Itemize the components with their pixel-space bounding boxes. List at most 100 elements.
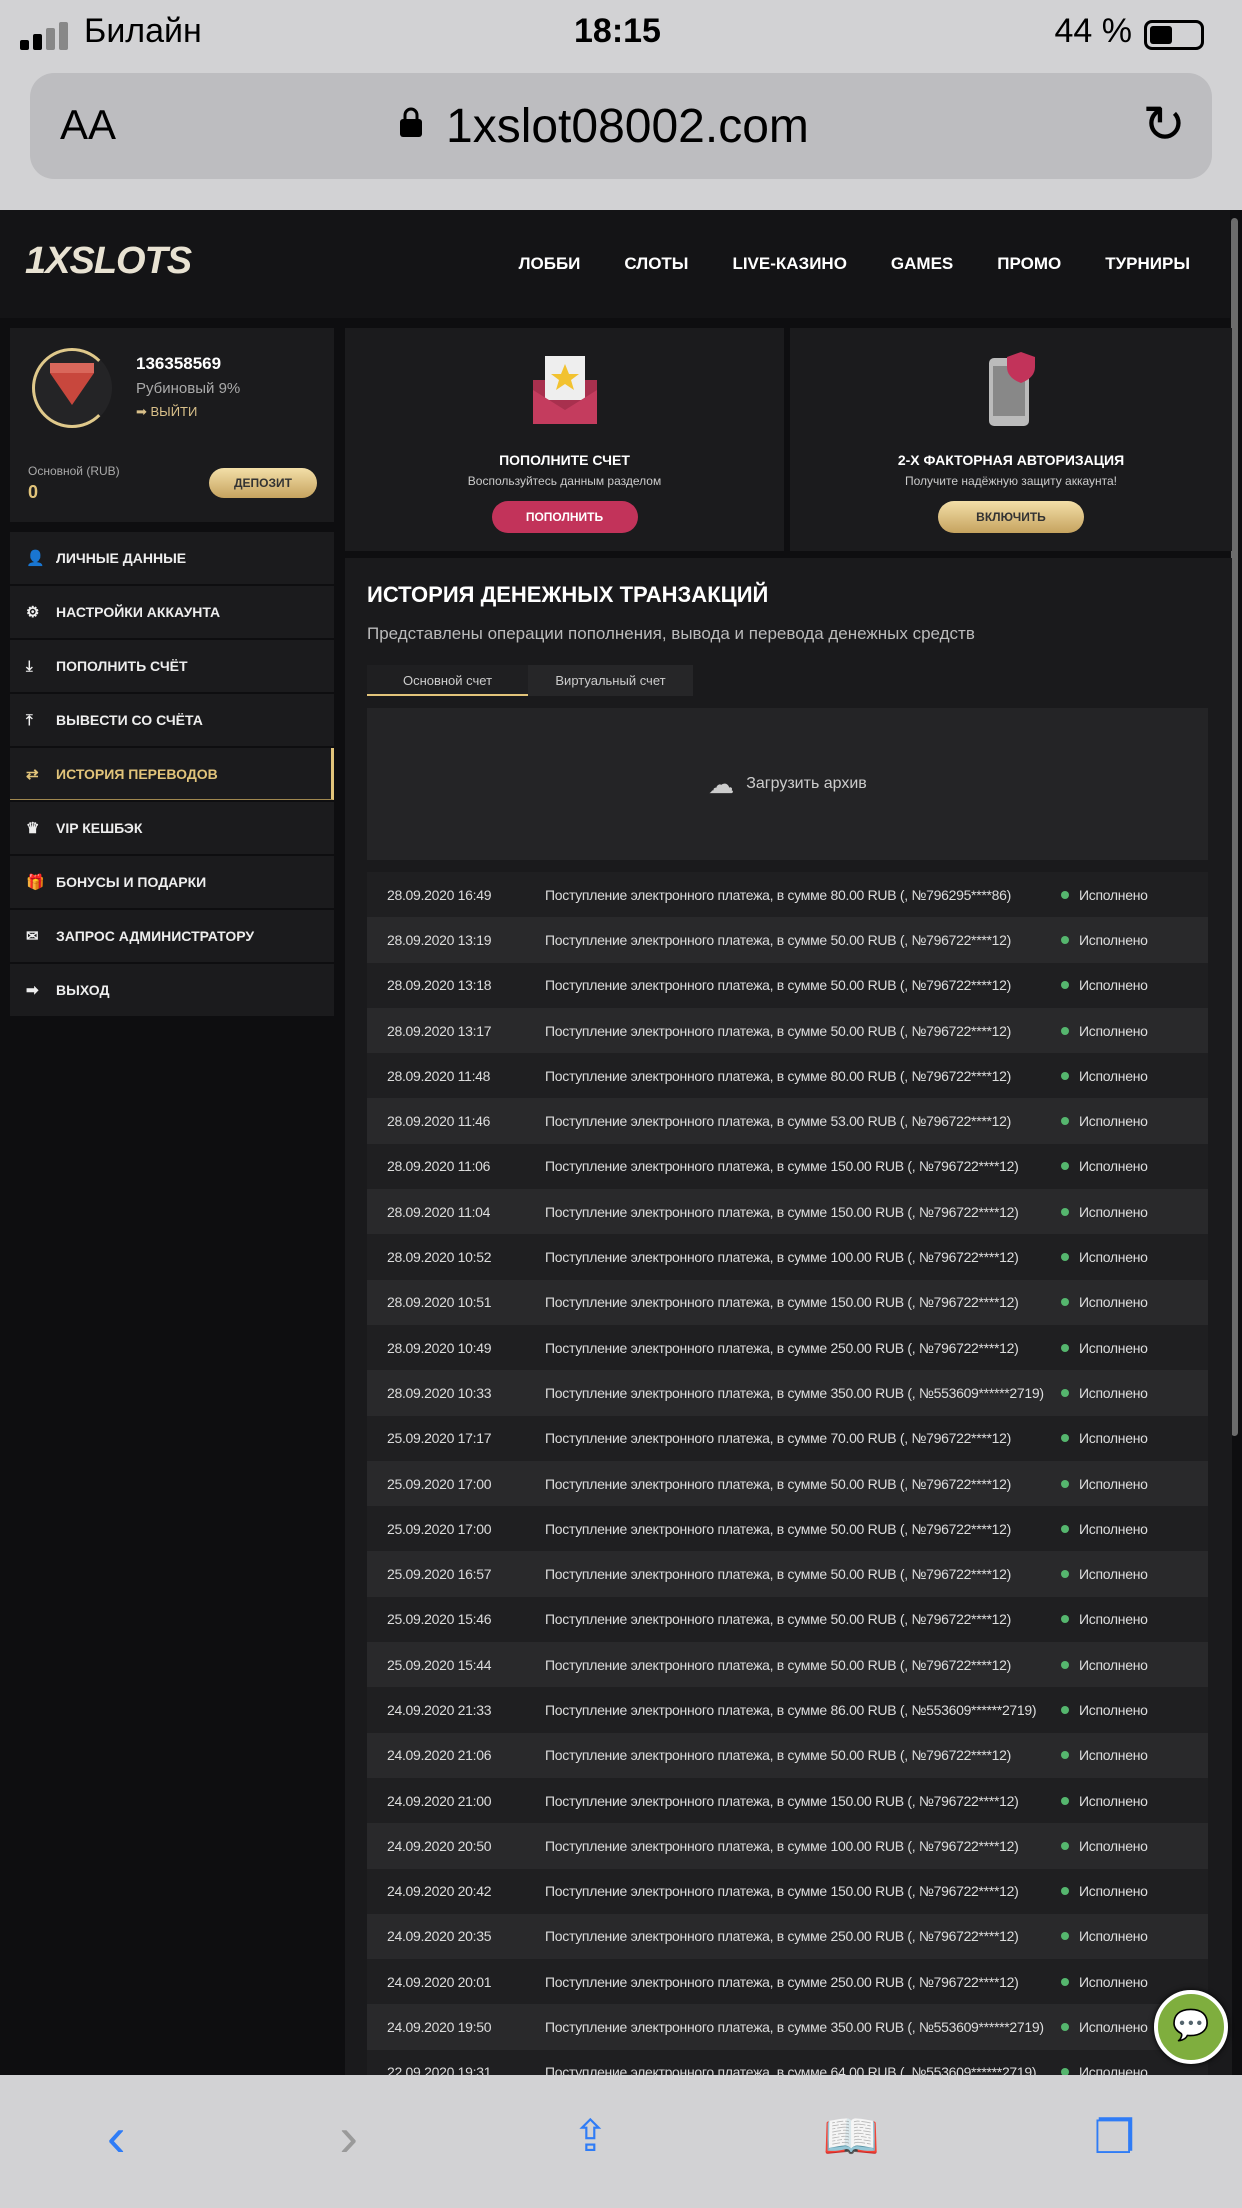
table-row: 28.09.2020 16:49 Поступление электронного…	[367, 872, 1208, 918]
transaction-status: Исполнено	[1079, 931, 1148, 948]
menu-exit[interactable]: ➡ ВЫХОД	[10, 964, 334, 1016]
card-subtitle: Воспользуйтесь данным разделом	[467, 474, 662, 488]
transaction-description: Поступление электронного платежа, в сумм…	[545, 1792, 1019, 1809]
page-subtitle: Представлены операции пополнения, вывода…	[367, 624, 975, 643]
site-header: 1XSLOTS ЛОББИ СЛОТЫ LIVE-КАЗИНО GAMES ПР…	[0, 210, 1230, 318]
transaction-description: Поступление электронного платежа, в сумм…	[545, 1339, 1019, 1356]
table-row: 28.09.2020 10:33 Поступление электронного…	[367, 1370, 1208, 1416]
menu-bonuses[interactable]: 🎁 БОНУСЫ И ПОДАРКИ	[10, 856, 334, 908]
transaction-date: 28.09.2020 10:33	[387, 1384, 492, 1401]
forward-icon[interactable]: ›	[339, 2104, 358, 2169]
status-dot-icon	[1061, 1162, 1069, 1171]
top-up-button[interactable]: ПОПОЛНИТЬ	[491, 501, 638, 533]
table-row: 28.09.2020 11:46 Поступление электронного…	[367, 1098, 1208, 1144]
chat-button[interactable]: 💬	[1154, 1990, 1228, 2064]
signal-icon	[20, 22, 68, 50]
transaction-description: Поступление электронного платежа, в сумм…	[545, 977, 1011, 994]
tab-main-account[interactable]: Основной счет	[367, 665, 528, 696]
logout-link[interactable]: ➡ ВЫЙТИ	[136, 404, 197, 420]
card-title: 2-Х ФАКТОРНАЯ АВТОРИЗАЦИЯ	[897, 452, 1125, 468]
table-row: 24.09.2020 20:35 Поступление электронного…	[367, 1913, 1208, 1960]
transaction-date: 25.09.2020 16:57	[387, 1566, 492, 1583]
url-text[interactable]: 1xslot08002.com	[446, 99, 809, 154]
back-icon[interactable]: ‹	[107, 2104, 126, 2169]
transaction-status: Исполнено	[1079, 1837, 1148, 1854]
deposit-button[interactable]: ДЕПОЗИТ	[209, 468, 317, 498]
main-nav: ЛОББИ СЛОТЫ LIVE-КАЗИНО GAMES ПРОМО ТУРН…	[519, 254, 1190, 274]
transaction-description: Поступление электронного платежа, в сумм…	[545, 1294, 1019, 1311]
phone-shield-icon	[989, 352, 1035, 426]
transaction-date: 25.09.2020 15:44	[387, 1656, 492, 1673]
transactions-table: 28.09.2020 16:49 Поступление электронного…	[367, 872, 1208, 2096]
transaction-date: 28.09.2020 11:06	[387, 1158, 491, 1175]
status-dot-icon	[1061, 1977, 1069, 1986]
share-icon[interactable]: ⇪	[572, 2111, 609, 2162]
table-row: 28.09.2020 13:19 Поступление электронного…	[367, 917, 1208, 963]
menu-personal-data[interactable]: 👤 ЛИЧНЫЕ ДАННЫЕ	[10, 532, 334, 584]
enable-2fa-button[interactable]: ВКЛЮЧИТЬ	[938, 501, 1084, 533]
user-plus-icon: 👤	[26, 550, 45, 567]
transaction-date: 28.09.2020 10:52	[387, 1249, 492, 1266]
status-dot-icon	[1061, 1117, 1069, 1126]
tab-virtual-account[interactable]: Виртуальный счет	[528, 665, 693, 696]
address-bar[interactable]: AA 1xslot08002.com ↻	[30, 73, 1212, 179]
tabs-icon[interactable]: ❐	[1094, 2110, 1135, 2164]
transaction-description: Поступление электронного платежа, в сумм…	[545, 1067, 1011, 1084]
transaction-description: Поступление электронного платежа, в сумм…	[545, 886, 1011, 903]
download-archive-button[interactable]: ☁ Загрузить архив	[367, 708, 1208, 860]
bookmarks-icon[interactable]: 📖	[823, 2109, 880, 2164]
lock-icon	[400, 107, 422, 137]
transaction-description: Поступление электронного платежа, в сумм…	[545, 1158, 1019, 1175]
menu-withdraw[interactable]: ⤒ ВЫВЕСТИ СО СЧЁТА	[10, 694, 334, 746]
logo[interactable]: 1XSLOTS	[25, 240, 192, 283]
table-row: 25.09.2020 15:44 Поступление электронного…	[367, 1642, 1208, 1688]
transaction-status: Исполнено	[1079, 1611, 1148, 1628]
upload-icon: ⤒	[26, 711, 33, 729]
nav-live-casino[interactable]: LIVE-КАЗИНО	[732, 254, 846, 274]
ruby-avatar	[32, 348, 112, 428]
nav-games[interactable]: GAMES	[891, 254, 953, 274]
transaction-description: Поступление электронного платежа, в сумм…	[545, 1611, 1011, 1628]
menu-label: VIP КЕШБЭК	[56, 820, 143, 836]
transaction-description: Поступление электронного платежа, в сумм…	[545, 1837, 1019, 1854]
menu-vip-cashback[interactable]: ♛ VIP КЕШБЭК	[10, 802, 334, 854]
transaction-status: Исполнено	[1079, 1475, 1148, 1492]
table-row: 24.09.2020 20:50 Поступление электронного…	[367, 1823, 1208, 1869]
nav-slots[interactable]: СЛОТЫ	[624, 254, 688, 274]
sidebar: 136358569 Рубиновый 9% ➡ ВЫЙТИ Основной …	[10, 328, 334, 1018]
nav-promo[interactable]: ПРОМО	[997, 254, 1061, 274]
transaction-status: Исполнено	[1079, 1747, 1148, 1764]
cloud-download-icon: ☁	[708, 768, 735, 799]
transfer-arrows-icon: ⇄	[26, 765, 39, 783]
transaction-date: 28.09.2020 13:18	[387, 977, 492, 994]
table-row: 28.09.2020 11:04 Поступление электронного…	[367, 1189, 1208, 1235]
reload-icon[interactable]: ↻	[1142, 95, 1186, 155]
page-scrollbar[interactable]	[1231, 218, 1238, 1436]
crown-icon: ♛	[26, 820, 40, 837]
status-bar: Билайн 18:15 44 %	[0, 8, 1242, 58]
archive-label: Загрузить архив	[746, 775, 867, 792]
transaction-status: Исполнено	[1079, 1113, 1148, 1130]
nav-lobby[interactable]: ЛОББИ	[519, 254, 581, 274]
status-dot-icon	[1061, 981, 1069, 990]
status-dot-icon	[1061, 1615, 1069, 1624]
chat-icon: 💬	[1172, 2009, 1210, 2042]
table-row: 24.09.2020 20:01 Поступление электронного…	[367, 1959, 1208, 2005]
transaction-history: ИСТОРИЯ ДЕНЕЖНЫХ ТРАНЗАКЦИЙ Представлены…	[345, 558, 1232, 2096]
transaction-status: Исполнено	[1079, 1022, 1148, 1039]
menu-account-settings[interactable]: ⚙ НАСТРОЙКИ АККАУНТА	[10, 586, 334, 638]
menu-transfer-history[interactable]: ⇄ ИСТОРИЯ ПЕРЕВОДОВ	[10, 748, 334, 800]
status-dot-icon	[1061, 1887, 1069, 1896]
status-dot-icon	[1061, 1705, 1069, 1714]
main-content: ПОПОЛНИТЕ СЧЕТ Воспользуйтесь данным раз…	[345, 328, 1232, 2096]
text-size-button[interactable]: AA	[60, 101, 116, 149]
table-row: 28.09.2020 10:49 Поступление электронного…	[367, 1324, 1208, 1371]
account-menu: 👤 ЛИЧНЫЕ ДАННЫЕ ⚙ НАСТРОЙКИ АККАУНТА ⤓ ПОПО…	[10, 532, 334, 1016]
menu-admin-request[interactable]: ✉ ЗАПРОС АДМИНИСТРАТОРУ	[10, 910, 334, 962]
user-id: 136358569	[136, 354, 222, 373]
transaction-description: Поступление электронного платежа, в сумм…	[545, 1475, 1011, 1492]
menu-deposit[interactable]: ⤓ ПОПОЛНИТЬ СЧЁТ	[10, 640, 334, 692]
nav-tournaments[interactable]: ТУРНИРЫ	[1105, 254, 1190, 274]
transaction-status: Исполнено	[1079, 1520, 1148, 1537]
table-row: 28.09.2020 10:51 Поступление электронного…	[367, 1279, 1208, 1325]
